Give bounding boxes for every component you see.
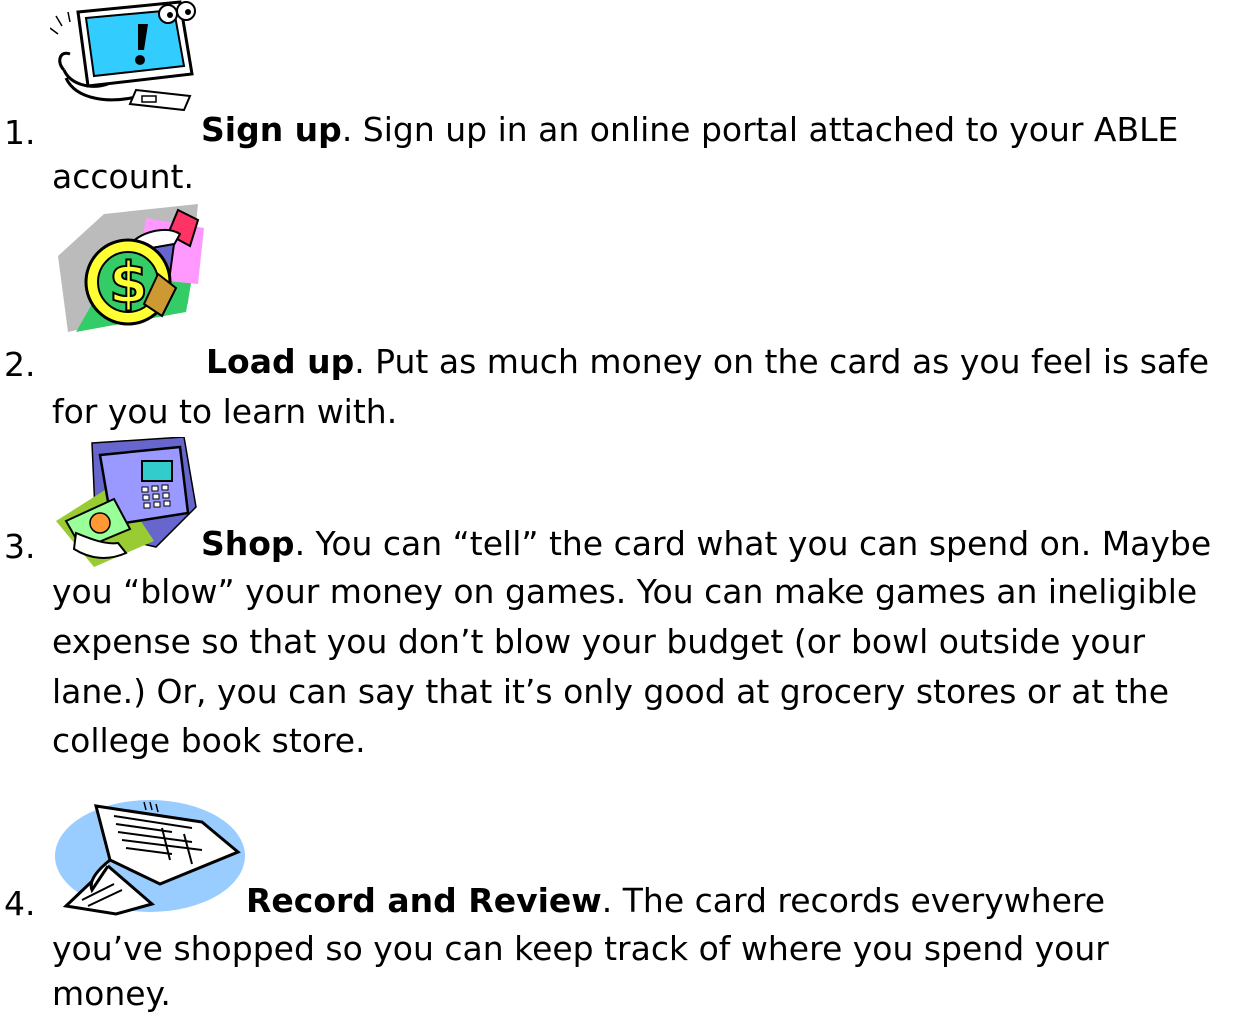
computer-monitor-clipart-icon xyxy=(49,0,200,119)
step-first-line-text: . The card records everywhere xyxy=(601,881,1106,920)
step-first-line: Load up. Put as much money on the card a… xyxy=(206,338,1209,385)
step-line: for you to learn with. xyxy=(52,392,398,431)
step-line: money. xyxy=(52,974,171,1013)
step-line: you “blow” your money on games. You can … xyxy=(52,572,1198,611)
step-number: 3. xyxy=(4,527,36,566)
step-title: Sign up xyxy=(201,110,342,149)
step-number: 1. xyxy=(4,113,36,152)
step-line: you’ve shopped so you can keep track of … xyxy=(52,929,1109,968)
step-line: college book store. xyxy=(52,721,366,760)
card-payment-terminal-clipart-icon xyxy=(56,436,201,576)
step-title: Load up xyxy=(206,342,355,381)
step-first-line: Shop. You can “tell” the card what you c… xyxy=(201,520,1211,567)
step-line: expense so that you don’t blow your budg… xyxy=(52,622,1146,661)
step-first-line-text: . You can “tell” the card what you can s… xyxy=(294,524,1212,563)
step-number: 2. xyxy=(4,345,36,384)
step-first-line-text: . Sign up in an online portal attached t… xyxy=(341,110,1179,149)
document-page: { "steps": [ { "number": "1.", "title": … xyxy=(0,0,1246,1013)
step-first-line-text: . Put as much money on the card as you f… xyxy=(354,342,1210,381)
svg-text:$: $ xyxy=(109,251,148,316)
step-line: account. xyxy=(52,157,194,196)
step-first-line: Sign up. Sign up in an online portal att… xyxy=(201,106,1178,153)
receipt-clipart-icon xyxy=(52,788,247,922)
step-title: Shop xyxy=(201,524,295,563)
money-dollar-clipart-icon: $ xyxy=(58,204,208,343)
step-first-line: Record and Review. The card records ever… xyxy=(246,877,1105,924)
step-line: lane.) Or, you can say that it’s only go… xyxy=(52,672,1170,711)
step-title: Record and Review xyxy=(246,881,602,920)
step-number: 4. xyxy=(4,884,36,923)
